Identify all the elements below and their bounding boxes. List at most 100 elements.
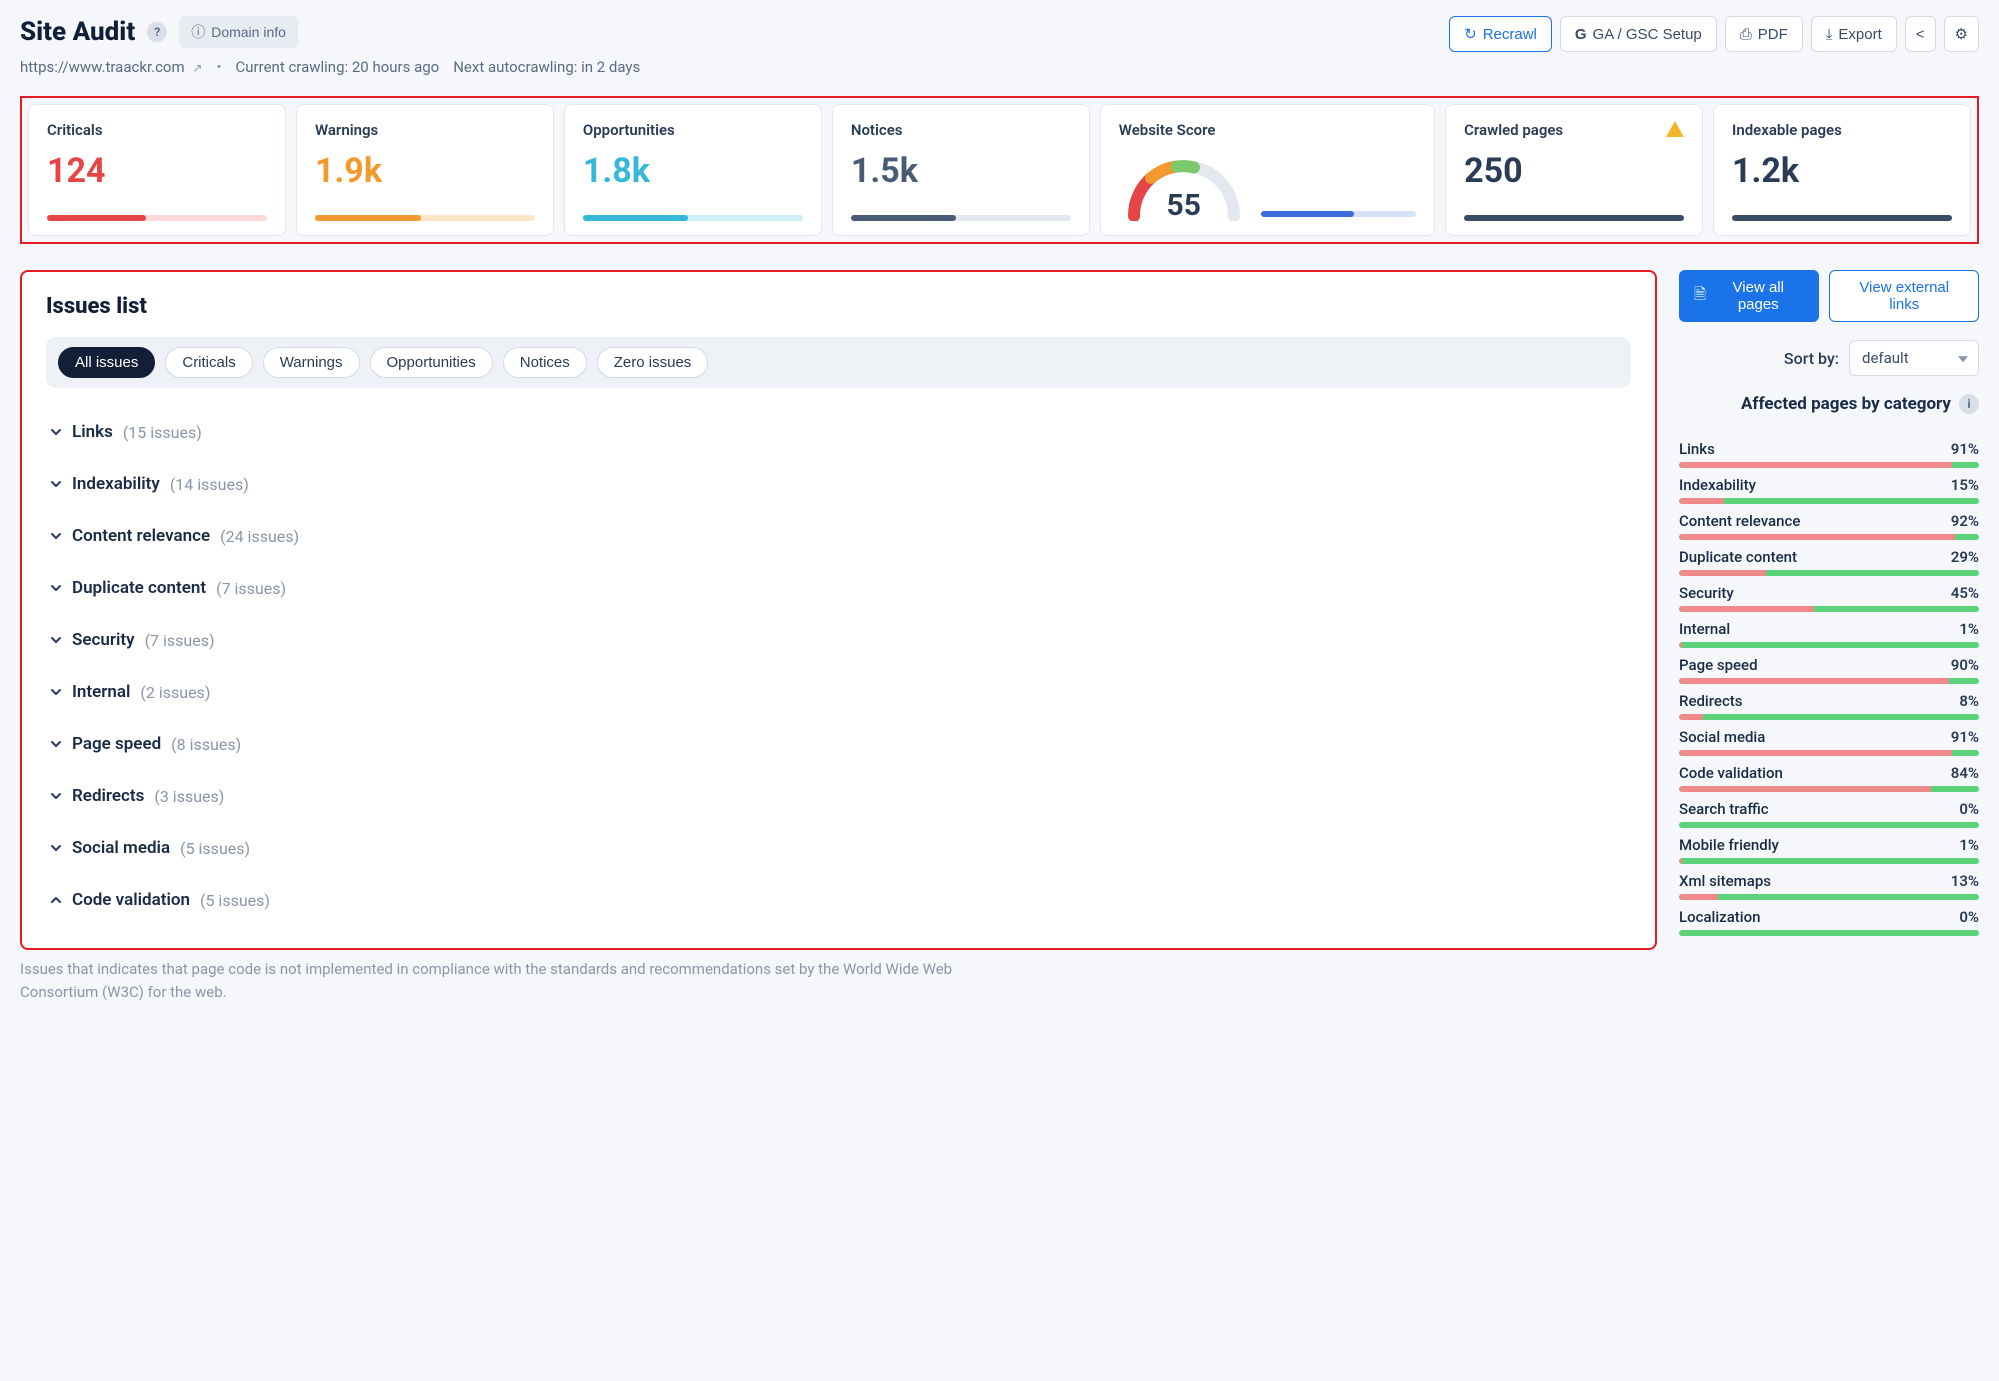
metric-bar: [851, 215, 1071, 221]
affected-item[interactable]: Localization0%: [1679, 908, 1979, 936]
affected-bar: [1679, 462, 1979, 468]
affected-row: Mobile friendly1%: [1679, 836, 1979, 854]
metric-website-score[interactable]: Website Score 55: [1100, 104, 1435, 236]
affected-bar: [1679, 498, 1979, 504]
filter-zero-issues[interactable]: Zero issues: [597, 347, 709, 378]
affected-item[interactable]: Mobile friendly1%: [1679, 836, 1979, 864]
filter-all-issues[interactable]: All issues: [58, 347, 155, 378]
export-button[interactable]: ⤓ Export: [1811, 16, 1897, 52]
view-all-pages-label: View all pages: [1712, 279, 1804, 313]
google-icon: G: [1575, 26, 1587, 43]
filter-warnings[interactable]: Warnings: [263, 347, 360, 378]
affected-item[interactable]: Social media91%: [1679, 728, 1979, 756]
affected-row: Content relevance92%: [1679, 512, 1979, 530]
metric-crawled-pages[interactable]: Crawled pages 250: [1445, 104, 1703, 236]
affected-bar: [1679, 570, 1979, 576]
affected-pct: 13%: [1951, 872, 1979, 890]
sortby-select[interactable]: default: [1849, 340, 1979, 376]
issue-category[interactable]: Security (7 issues): [46, 614, 1631, 666]
affected-item[interactable]: Indexability15%: [1679, 476, 1979, 504]
url-link[interactable]: https://www.traackr.com ↗: [20, 58, 202, 76]
affected-name: Localization: [1679, 908, 1760, 926]
affected-item[interactable]: Page speed90%: [1679, 656, 1979, 684]
category-name: Redirects: [72, 786, 144, 806]
affected-pct: 91%: [1951, 728, 1979, 746]
issue-category[interactable]: Content relevance (24 issues): [46, 510, 1631, 562]
header-left: Site Audit ? ⓘ Domain info https://www.t…: [20, 16, 640, 76]
affected-row: Internal1%: [1679, 620, 1979, 638]
issue-category[interactable]: Links (15 issues): [46, 406, 1631, 458]
metric-label: Crawled pages: [1464, 121, 1684, 139]
issue-category[interactable]: Indexability (14 issues): [46, 458, 1631, 510]
domain-info-label: Domain info: [211, 24, 286, 40]
issue-category[interactable]: Duplicate content (7 issues): [46, 562, 1631, 614]
metric-warnings[interactable]: Warnings 1.9k: [296, 104, 554, 236]
affected-item[interactable]: Internal1%: [1679, 620, 1979, 648]
chevron-down-icon: [50, 686, 62, 698]
recrawl-label: Recrawl: [1483, 26, 1537, 43]
share-button[interactable]: <: [1905, 16, 1936, 52]
affected-bar: [1679, 930, 1979, 936]
affected-row: Redirects8%: [1679, 692, 1979, 710]
filter-criticals[interactable]: Criticals: [165, 347, 252, 378]
affected-item[interactable]: Code validation84%: [1679, 764, 1979, 792]
chevron-down-icon: [50, 738, 62, 750]
metric-value: 124: [47, 151, 267, 191]
issue-category[interactable]: Redirects (3 issues): [46, 770, 1631, 822]
affected-item[interactable]: Search traffic0%: [1679, 800, 1979, 828]
share-icon: <: [1916, 26, 1925, 43]
subheader: https://www.traackr.com ↗ • Current craw…: [20, 58, 640, 76]
title-row: Site Audit ? ⓘ Domain info: [20, 16, 640, 48]
metric-value: 1.8k: [583, 151, 803, 191]
metric-opportunities[interactable]: Opportunities 1.8k: [564, 104, 822, 236]
help-icon[interactable]: ?: [147, 22, 167, 42]
metric-notices[interactable]: Notices 1.5k: [832, 104, 1090, 236]
filter-opportunities[interactable]: Opportunities: [370, 347, 493, 378]
metric-bar: [1464, 215, 1684, 221]
affected-row: Code validation84%: [1679, 764, 1979, 782]
affected-row: Links91%: [1679, 440, 1979, 458]
affected-item[interactable]: Links91%: [1679, 440, 1979, 468]
issue-category[interactable]: Code validation (5 issues): [46, 874, 1631, 926]
affected-pct: 1%: [1959, 836, 1979, 854]
affected-pct: 8%: [1959, 692, 1979, 710]
domain-info-button[interactable]: ⓘ Domain info: [179, 16, 298, 48]
affected-item[interactable]: Content relevance92%: [1679, 512, 1979, 540]
separator-dot: •: [216, 58, 221, 76]
affected-item[interactable]: Xml sitemaps13%: [1679, 872, 1979, 900]
metric-bar: [583, 215, 803, 221]
affected-name: Content relevance: [1679, 512, 1800, 530]
metric-indexable-pages[interactable]: Indexable pages 1.2k: [1713, 104, 1971, 236]
chevron-down-icon: [50, 530, 62, 542]
gauge: 55: [1119, 151, 1249, 221]
affected-bar: [1679, 858, 1979, 864]
recrawl-button[interactable]: ↻ Recrawl: [1449, 16, 1552, 52]
affected-item[interactable]: Security45%: [1679, 584, 1979, 612]
metrics-row: Criticals 124 Warnings 1.9k Opportunitie…: [20, 96, 1979, 244]
affected-row: Social media91%: [1679, 728, 1979, 746]
pdf-button[interactable]: ⎙ PDF: [1725, 16, 1803, 52]
info-icon[interactable]: i: [1959, 394, 1979, 414]
affected-name: Indexability: [1679, 476, 1756, 494]
affected-bar: [1679, 822, 1979, 828]
settings-button[interactable]: ⚙: [1944, 16, 1979, 52]
info-icon: ⓘ: [191, 22, 205, 42]
right-column: 🗎 View all pages View external links Sor…: [1679, 270, 1979, 936]
ga-gsc-button[interactable]: G GA / GSC Setup: [1560, 16, 1717, 52]
gear-icon: ⚙: [1955, 25, 1968, 43]
view-external-links-button[interactable]: View external links: [1829, 270, 1979, 322]
issue-category[interactable]: Page speed (8 issues): [46, 718, 1631, 770]
metric-value: 250: [1464, 151, 1684, 191]
issue-category[interactable]: Social media (5 issues): [46, 822, 1631, 874]
view-all-pages-button[interactable]: 🗎 View all pages: [1679, 270, 1819, 322]
issue-category[interactable]: Internal (2 issues): [46, 666, 1631, 718]
affected-bar: [1679, 642, 1979, 648]
filter-notices[interactable]: Notices: [503, 347, 587, 378]
metric-criticals[interactable]: Criticals 124: [28, 104, 286, 236]
chevron-down-icon: [50, 634, 62, 646]
category-count: (15 issues): [123, 423, 202, 442]
chevron-up-icon: [50, 894, 62, 906]
affected-pct: 1%: [1959, 620, 1979, 638]
affected-item[interactable]: Duplicate content29%: [1679, 548, 1979, 576]
affected-item[interactable]: Redirects8%: [1679, 692, 1979, 720]
